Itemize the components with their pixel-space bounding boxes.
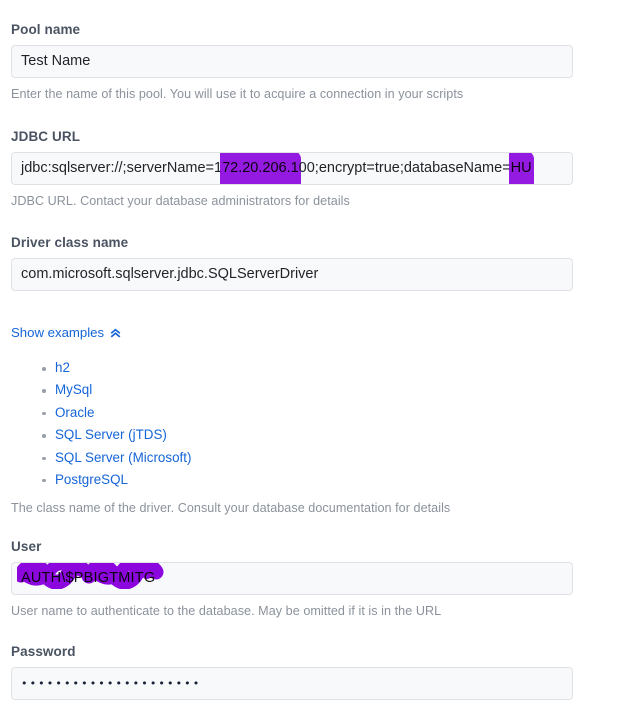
show-examples-label: Show examples	[11, 325, 105, 340]
pool-name-help-text: Enter the name of this pool. You will us…	[11, 87, 464, 101]
chevron-double-up-icon	[109, 326, 122, 339]
user-field-group: User AUTH\$PBIGTMITG User name to authen…	[11, 539, 573, 619]
jdbc-url-help-text: JDBC URL. Contact your database administ…	[11, 194, 350, 208]
jdbc-pool-settings-form: Pool name Test Name Enter the name of th…	[0, 0, 622, 713]
jdbc-url-field-group: JDBC URL jdbc:sqlserver://;serverName=17…	[11, 129, 573, 209]
list-item[interactable]: PostgreSQL	[11, 469, 191, 491]
user-help-text: User name to authenticate to the databas…	[11, 604, 442, 618]
jdbc-url-redacted-dbname-text: HU	[510, 160, 532, 176]
password-input[interactable]: •••••••••••••••••••••	[11, 667, 573, 700]
jdbc-url-middle-text: 00;encrypt=true;databaseName=	[298, 160, 511, 176]
jdbc-url-prefix-text: jdbc:sqlserver://;serverName=1	[21, 160, 223, 176]
list-item[interactable]: MySql	[11, 379, 191, 401]
driver-class-help-group: The class name of the driver. Consult yo…	[11, 501, 573, 516]
jdbc-url-redaction-host: 72.20.206.1	[220, 153, 301, 184]
jdbc-url-label: JDBC URL	[11, 129, 81, 144]
pool-name-field-group: Pool name Test Name Enter the name of th…	[11, 22, 573, 102]
driver-class-help-text: The class name of the driver. Consult yo…	[11, 501, 451, 515]
list-item[interactable]: SQL Server (Microsoft)	[11, 447, 191, 469]
password-masked-value: •••••••••••••••••••••	[21, 677, 202, 690]
jdbc-url-redacted-host-text: 72.20.206.1	[222, 160, 299, 176]
user-label: User	[11, 539, 42, 554]
driver-examples-list: h2 MySql Oracle SQL Server (jTDS) SQL Se…	[11, 357, 191, 491]
user-value-redacted: AUTH\$PBIGTMITG	[17, 563, 164, 594]
user-input[interactable]: AUTH\$PBIGTMITG	[11, 562, 573, 595]
show-examples-toggle[interactable]: Show examples	[11, 325, 122, 340]
jdbc-url-input[interactable]: jdbc:sqlserver://;serverName=172.20.206.…	[11, 152, 573, 185]
pool-name-input[interactable]: Test Name	[11, 45, 573, 78]
list-item[interactable]: Oracle	[11, 402, 191, 424]
password-field-group: Password •••••••••••••••••••••	[11, 644, 573, 700]
driver-class-field-group: Driver class name com.microsoft.sqlserve…	[11, 235, 573, 291]
list-item[interactable]: h2	[11, 357, 191, 379]
user-value-text: AUTH\$PBIGTMITG	[21, 570, 156, 586]
driver-class-input[interactable]: com.microsoft.sqlserver.jdbc.SQLServerDr…	[11, 258, 573, 291]
driver-class-label: Driver class name	[11, 235, 129, 250]
password-label: Password	[11, 644, 76, 659]
pool-name-label: Pool name	[11, 22, 81, 37]
list-item[interactable]: SQL Server (jTDS)	[11, 424, 191, 446]
jdbc-url-redaction-dbname: HU	[508, 153, 534, 184]
